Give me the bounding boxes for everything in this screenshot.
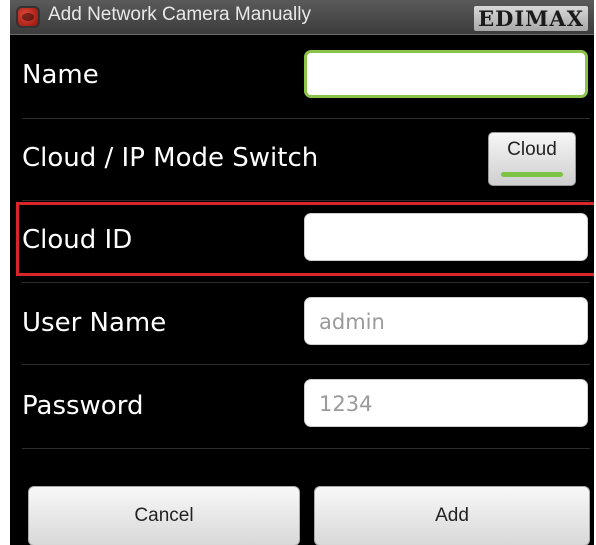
cloud-ip-toggle-button[interactable]: Cloud	[488, 132, 576, 186]
title-bar: Add Network Camera Manually EDIMAX	[10, 0, 594, 35]
toggle-label: Cloud	[507, 139, 557, 160]
cloud-id-label: Cloud ID	[22, 225, 133, 255]
toggle-on-indicator	[501, 172, 563, 177]
divider	[22, 448, 590, 449]
cancel-button[interactable]: Cancel	[28, 486, 300, 545]
camera-app-icon	[16, 6, 40, 28]
dialog-screen: Add Network Camera Manually EDIMAX Name …	[10, 0, 594, 545]
dialog-title: Add Network Camera Manually	[48, 4, 311, 25]
name-field[interactable]	[304, 50, 588, 98]
user-name-field[interactable]: admin	[304, 297, 588, 345]
divider	[22, 200, 590, 201]
divider	[22, 118, 590, 119]
divider	[22, 364, 590, 365]
divider	[22, 282, 590, 283]
name-label: Name	[22, 60, 99, 90]
password-field[interactable]: 1234	[304, 379, 588, 427]
user-name-label: User Name	[22, 308, 167, 338]
edimax-logo: EDIMAX	[474, 6, 588, 31]
mode-switch-label: Cloud / IP Mode Switch	[22, 143, 319, 173]
cloud-id-field[interactable]	[304, 213, 588, 261]
password-label: Password	[22, 391, 144, 421]
add-button[interactable]: Add	[314, 486, 590, 545]
